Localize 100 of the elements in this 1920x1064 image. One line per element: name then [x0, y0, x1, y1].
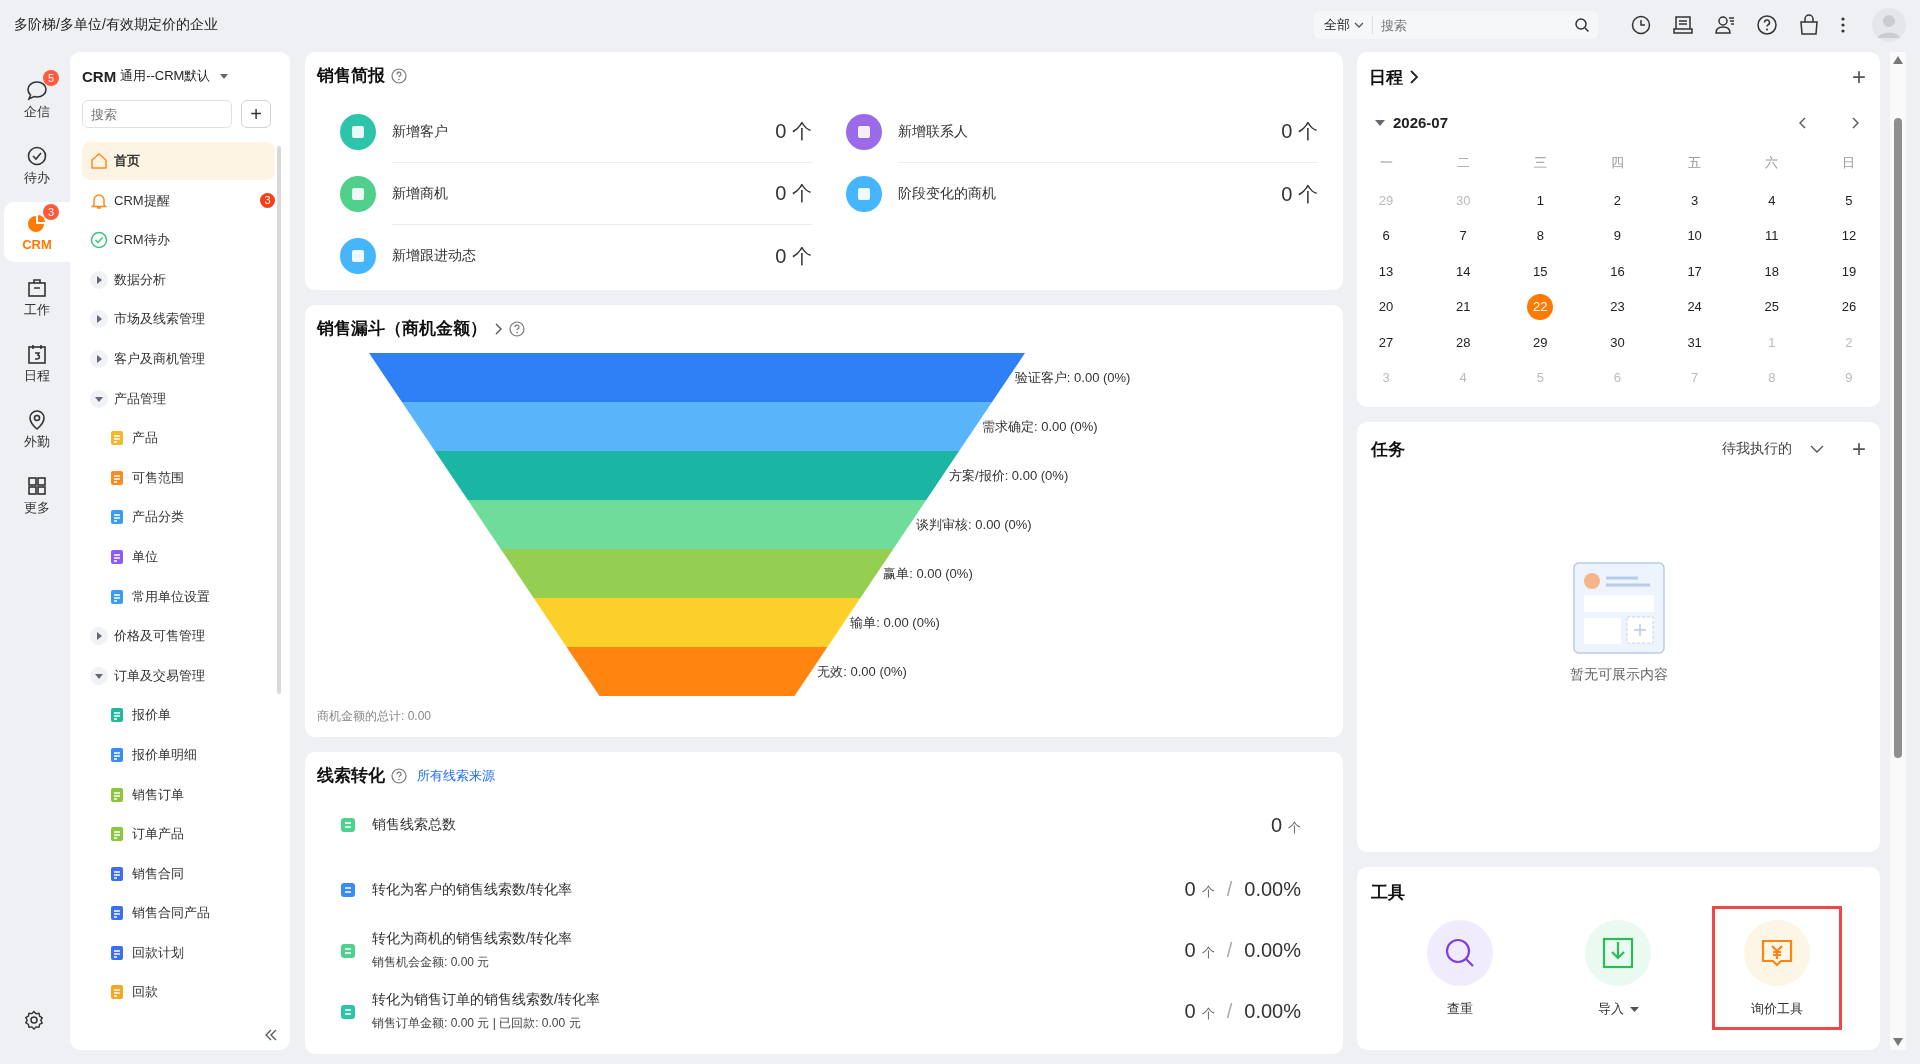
scope-dropdown[interactable]: 全部: [1324, 16, 1373, 34]
calendar-day[interactable]: 26: [1832, 291, 1865, 323]
nav-item[interactable]: 报价单明细: [82, 735, 275, 774]
calendar-day[interactable]: 30: [1601, 326, 1634, 359]
tool-item[interactable]: 导入: [1553, 906, 1684, 1030]
calendar-day[interactable]: 11: [1755, 220, 1788, 252]
inbox-icon[interactable]: [1672, 14, 1694, 36]
calendar-day[interactable]: 18: [1755, 255, 1788, 288]
calendar-day[interactable]: 1: [1524, 184, 1557, 217]
calendar-day[interactable]: 21: [1447, 291, 1480, 323]
next-icon[interactable]: [1850, 115, 1860, 130]
nav-group[interactable]: 产品管理: [82, 379, 275, 418]
nav-item[interactable]: 首页: [82, 142, 275, 180]
calendar-day[interactable]: 6: [1370, 220, 1402, 252]
nav-item[interactable]: 销售合同: [82, 854, 275, 893]
lead-label: 转化为客户的销售线索数/转化率: [372, 880, 573, 899]
nav-group[interactable]: 客户及商机管理: [82, 339, 275, 378]
scrollbar[interactable]: [1890, 52, 1906, 1050]
caret-icon[interactable]: [220, 73, 229, 79]
calendar-day[interactable]: 31: [1678, 326, 1711, 359]
calendar-day[interactable]: 16: [1601, 255, 1634, 288]
more-icon[interactable]: [1840, 16, 1846, 34]
calendar-day[interactable]: 12: [1832, 220, 1865, 252]
search-icon[interactable]: [1574, 17, 1590, 33]
rail-item[interactable]: 5 企信: [4, 70, 70, 130]
nav-item[interactable]: 销售合同产品: [82, 894, 275, 933]
settings-icon[interactable]: [24, 1010, 44, 1030]
search-field[interactable]: 搜索: [82, 100, 232, 128]
lead-unit: 个: [1201, 883, 1215, 901]
calendar-day[interactable]: 20: [1370, 291, 1402, 323]
calendar-day[interactable]: 24: [1678, 291, 1711, 323]
calendar-day[interactable]: 23: [1601, 291, 1634, 323]
help-icon[interactable]: [1756, 14, 1778, 36]
calendar-day[interactable]: 9: [1601, 220, 1634, 252]
nav-item[interactable]: 可售范围: [82, 458, 275, 497]
calendar-day[interactable]: 29: [1524, 326, 1557, 359]
rail-item[interactable]: 更多: [4, 466, 70, 526]
calendar-day[interactable]: 10: [1678, 220, 1711, 252]
calendar-day[interactable]: 25: [1755, 291, 1788, 323]
month-label[interactable]: 2026-07: [1393, 114, 1449, 131]
scroll-up-icon[interactable]: [1893, 56, 1903, 64]
nav-item[interactable]: 产品分类: [82, 498, 275, 537]
nav-item[interactable]: 产品: [82, 419, 275, 458]
nav-item[interactable]: 单位: [82, 537, 275, 576]
filter-dropdown[interactable]: 待我执行的: [1722, 440, 1792, 458]
caret-down-icon[interactable]: [1375, 119, 1385, 126]
nav-item[interactable]: 订单产品: [82, 815, 275, 854]
calendar-day[interactable]: 28: [1447, 326, 1480, 359]
nav-item[interactable]: CRM提醒 3: [82, 181, 275, 220]
search-field[interactable]: 全部 搜索: [1314, 11, 1598, 39]
chevron-right-icon[interactable]: [493, 321, 503, 336]
shopping-bag-icon[interactable]: [1798, 14, 1820, 36]
collapse-icon[interactable]: [264, 1028, 278, 1042]
bell-icon: [90, 191, 108, 210]
app-name: CRM: [82, 67, 117, 85]
rail-item[interactable]: 待办: [4, 136, 70, 196]
stage-label: 赢单: 0.00 (0%): [883, 566, 973, 581]
nav-group[interactable]: 订单及交易管理: [82, 656, 275, 695]
chevron-right-icon[interactable]: [1409, 69, 1419, 85]
calendar-day[interactable]: 27: [1370, 326, 1402, 359]
tool-item[interactable]: 查重: [1395, 906, 1526, 1030]
card-title[interactable]: 日程: [1369, 65, 1403, 89]
add-button[interactable]: +: [1852, 437, 1866, 461]
workspace-dropdown[interactable]: 通用--CRM默认: [120, 67, 211, 85]
lead-sources-link[interactable]: 所有线索来源: [417, 766, 495, 785]
calendar-day[interactable]: 4: [1755, 184, 1788, 217]
calendar-day[interactable]: 13: [1370, 255, 1402, 288]
contacts-icon[interactable]: [1714, 14, 1736, 36]
scrollbar[interactable]: [277, 146, 281, 694]
calendar-day[interactable]: 5: [1832, 184, 1865, 217]
clock-icon[interactable]: [1630, 14, 1652, 36]
nav-group[interactable]: 市场及线索管理: [82, 300, 275, 339]
lead-count: 0: [1184, 1000, 1196, 1023]
calendar-day[interactable]: 2: [1601, 184, 1634, 217]
caret-icon[interactable]: [1630, 1006, 1639, 1012]
highlight-box[interactable]: 询价工具: [1711, 906, 1842, 1030]
add-button[interactable]: +: [1852, 65, 1866, 89]
nav-group[interactable]: 数据分析: [82, 260, 275, 299]
nav-group[interactable]: 价格及可售管理: [82, 617, 275, 656]
previous-icon[interactable]: [1798, 115, 1808, 130]
chevron-down-icon[interactable]: [1810, 445, 1824, 453]
rail-item[interactable]: 工作: [4, 268, 70, 328]
nav-item[interactable]: CRM待办: [82, 221, 275, 260]
nav-item[interactable]: 销售订单: [82, 775, 275, 814]
calendar-day[interactable]: 14: [1447, 255, 1480, 288]
nav-item[interactable]: 常用单位设置: [82, 577, 275, 616]
calendar-day[interactable]: 7: [1447, 220, 1480, 252]
calendar-day[interactable]: 8: [1524, 220, 1557, 252]
calendar-day[interactable]: 19: [1832, 255, 1865, 288]
add-button[interactable]: +: [241, 100, 271, 128]
calendar-day[interactable]: 17: [1678, 255, 1711, 288]
nav-item[interactable]: 报价单: [82, 696, 275, 735]
rail-item[interactable]: 日程: [4, 334, 70, 394]
nav-item[interactable]: 回款: [82, 973, 275, 1012]
nav-item[interactable]: 回款计划: [82, 933, 275, 972]
calendar-day[interactable]: 15: [1524, 255, 1557, 288]
rail-item[interactable]: 外勤: [4, 400, 70, 460]
stage-label: 谈判审核: 0.00 (0%): [916, 517, 1032, 532]
calendar-day[interactable]: 3: [1678, 184, 1711, 217]
scroll-down-icon[interactable]: [1893, 1038, 1903, 1046]
